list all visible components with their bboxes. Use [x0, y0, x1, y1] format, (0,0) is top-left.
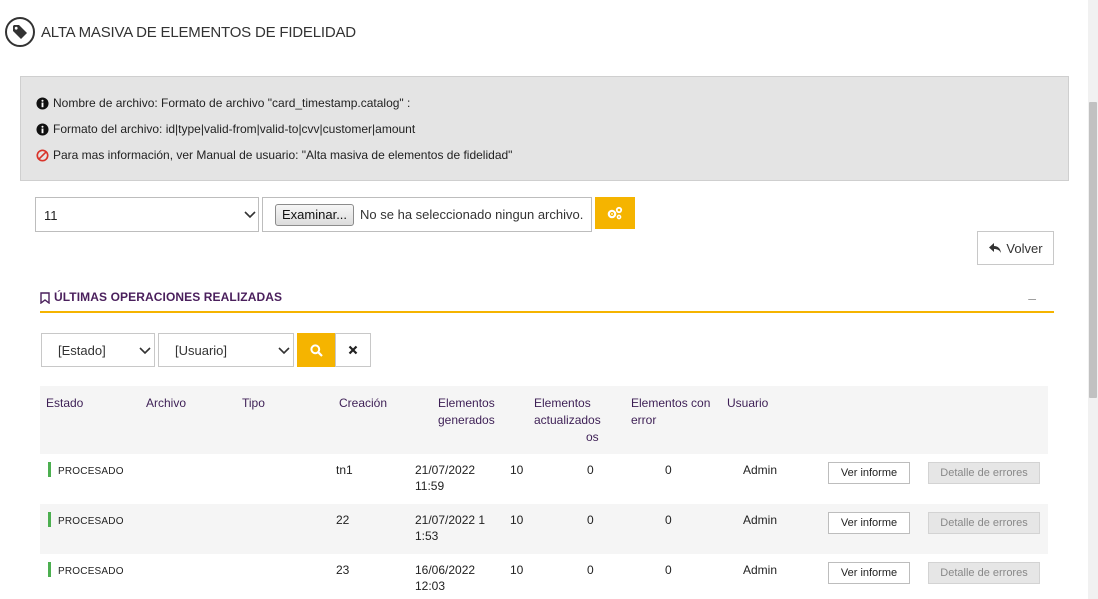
user-filter-value: [Usuario] [175, 343, 228, 358]
row-generados: 10 [510, 463, 524, 477]
page: ALTA MASIVA DE ELEMENTOS DE FIDELIDAD No… [0, 0, 1098, 599]
scrollbar-thumb[interactable] [1089, 102, 1097, 398]
gears-icon [607, 206, 623, 220]
back-button[interactable]: Volver [977, 231, 1054, 265]
info-icon [36, 96, 49, 110]
info-text: Para mas información, ver Manual de usua… [53, 148, 513, 162]
row-estado: PROCESADO [58, 466, 124, 477]
row-creacion-date: 21/07/2022 1 [415, 513, 486, 527]
bookmark-icon [40, 292, 50, 304]
reply-icon [989, 243, 1002, 253]
section-header: ÚLTIMAS OPERACIONES REALIZADAS – [40, 290, 1054, 313]
clear-filters-button[interactable] [335, 333, 371, 367]
table-row: PROCESADO 23 16/06/2022 12:03 10 0 0 Adm… [40, 554, 1048, 599]
col-error-line2: error [631, 413, 657, 427]
page-title: ALTA MASIVA DE ELEMENTOS DE FIDELIDAD [41, 23, 356, 41]
status-filter[interactable]: [Estado] [41, 333, 155, 367]
row-error: 0 [665, 563, 672, 577]
row-creacion: 16/06/2022 12:03 [415, 562, 475, 594]
section-title: ÚLTIMAS OPERACIONES REALIZADAS [54, 290, 283, 304]
info-line-format: Formato del archivo: id|type|valid-from|… [36, 122, 415, 136]
view-report-button[interactable]: Ver informe [828, 462, 910, 484]
ban-icon [36, 148, 49, 162]
error-details-button[interactable]: Detalle de errores [928, 562, 1040, 584]
collapse-button[interactable]: – [1028, 290, 1036, 306]
close-icon [348, 345, 358, 355]
row-creacion-date: 21/07/2022 [415, 463, 476, 477]
col-generados-line1: Elementos [438, 396, 495, 410]
info-text: Formato del archivo: id|type|valid-from|… [53, 122, 416, 136]
chevron-down-icon [278, 347, 290, 355]
row-actualizados: 0 [587, 513, 594, 527]
file-status: No se ha seleccionado ningun archivo. [360, 207, 584, 222]
table-row: PROCESADO tn1 21/07/2022 11:59 10 0 0 Ad… [40, 454, 1048, 504]
catalog-select[interactable]: 11 [35, 197, 259, 232]
table-row: PROCESADO 22 21/07/2022 1 1:53 10 0 0 Ad… [40, 504, 1048, 554]
error-details-button[interactable]: Detalle de errores [928, 462, 1040, 484]
search-button[interactable] [297, 333, 335, 367]
status-filter-value: [Estado] [58, 343, 106, 358]
info-line-filename: Nombre de archivo: Formato de archivo "c… [36, 96, 410, 110]
view-report-button[interactable]: Ver informe [828, 512, 910, 534]
col-actualizados[interactable]: Elementos actualizados os [534, 395, 601, 446]
row-tipo: tn1 [336, 463, 353, 477]
info-text: Nombre de archivo: Formato de archivo "c… [53, 96, 411, 110]
search-icon [309, 343, 323, 357]
table-header: Estado Archivo Tipo Creación Elementos g… [40, 386, 1048, 454]
col-generados-line2: generados [438, 413, 495, 427]
info-icon [36, 122, 49, 136]
status-indicator [48, 462, 51, 477]
row-usuario: Admin [743, 463, 778, 477]
view-report-button[interactable]: Ver informe [828, 562, 910, 584]
row-usuario: Admin [743, 563, 778, 577]
row-creacion: 21/07/2022 11:59 [415, 462, 475, 494]
status-indicator [48, 562, 51, 577]
row-usuario: Admin [743, 513, 778, 527]
col-actualizados-line2: actualizados [534, 413, 601, 427]
chevron-down-icon [244, 211, 256, 219]
row-estado: PROCESADO [58, 516, 124, 527]
info-line-manual: Para mas información, ver Manual de usua… [36, 148, 512, 162]
row-actualizados: 0 [587, 463, 594, 477]
row-generados: 10 [510, 513, 524, 527]
user-filter[interactable]: [Usuario] [158, 333, 294, 367]
row-tipo: 22 [336, 513, 350, 527]
file-input[interactable]: Examinar... No se ha seleccionado ningun… [262, 197, 592, 232]
info-panel: Nombre de archivo: Formato de archivo "c… [20, 76, 1069, 181]
row-creacion: 21/07/2022 1 1:53 [415, 512, 485, 544]
page-scrollbar[interactable] [1088, 0, 1098, 599]
col-creacion[interactable]: Creación [339, 395, 387, 412]
row-generados: 10 [510, 563, 524, 577]
row-estado: PROCESADO [58, 566, 124, 577]
browse-button[interactable]: Examinar... [275, 203, 355, 226]
col-usuario[interactable]: Usuario [727, 395, 768, 412]
row-actualizados: 0 [587, 563, 594, 577]
col-estado[interactable]: Estado [46, 395, 83, 412]
col-tipo[interactable]: Tipo [242, 395, 265, 412]
col-archivo[interactable]: Archivo [146, 395, 186, 412]
row-creacion-time: 11:59 [415, 479, 445, 493]
col-error[interactable]: Elementos con error [631, 395, 710, 429]
back-button-label: Volver [1006, 240, 1043, 256]
process-button[interactable] [595, 197, 635, 229]
row-creacion-date: 16/06/2022 [415, 563, 476, 577]
status-indicator [48, 512, 51, 527]
col-generados[interactable]: Elementos generados [438, 395, 495, 429]
catalog-select-value: 11 [44, 208, 58, 223]
row-error: 0 [665, 513, 672, 527]
page-header: ALTA MASIVA DE ELEMENTOS DE FIDELIDAD [5, 17, 356, 47]
col-actualizados-line3: os [586, 430, 599, 444]
row-error: 0 [665, 463, 672, 477]
row-creacion-time: 1:53 [415, 529, 439, 543]
chevron-down-icon [139, 347, 151, 355]
error-details-button[interactable]: Detalle de errores [928, 512, 1040, 534]
row-tipo: 23 [336, 563, 350, 577]
tag-icon [5, 17, 35, 47]
col-error-line1: Elementos con [631, 396, 711, 410]
row-creacion-time: 12:03 [415, 579, 446, 593]
col-actualizados-line1: Elementos [534, 396, 591, 410]
